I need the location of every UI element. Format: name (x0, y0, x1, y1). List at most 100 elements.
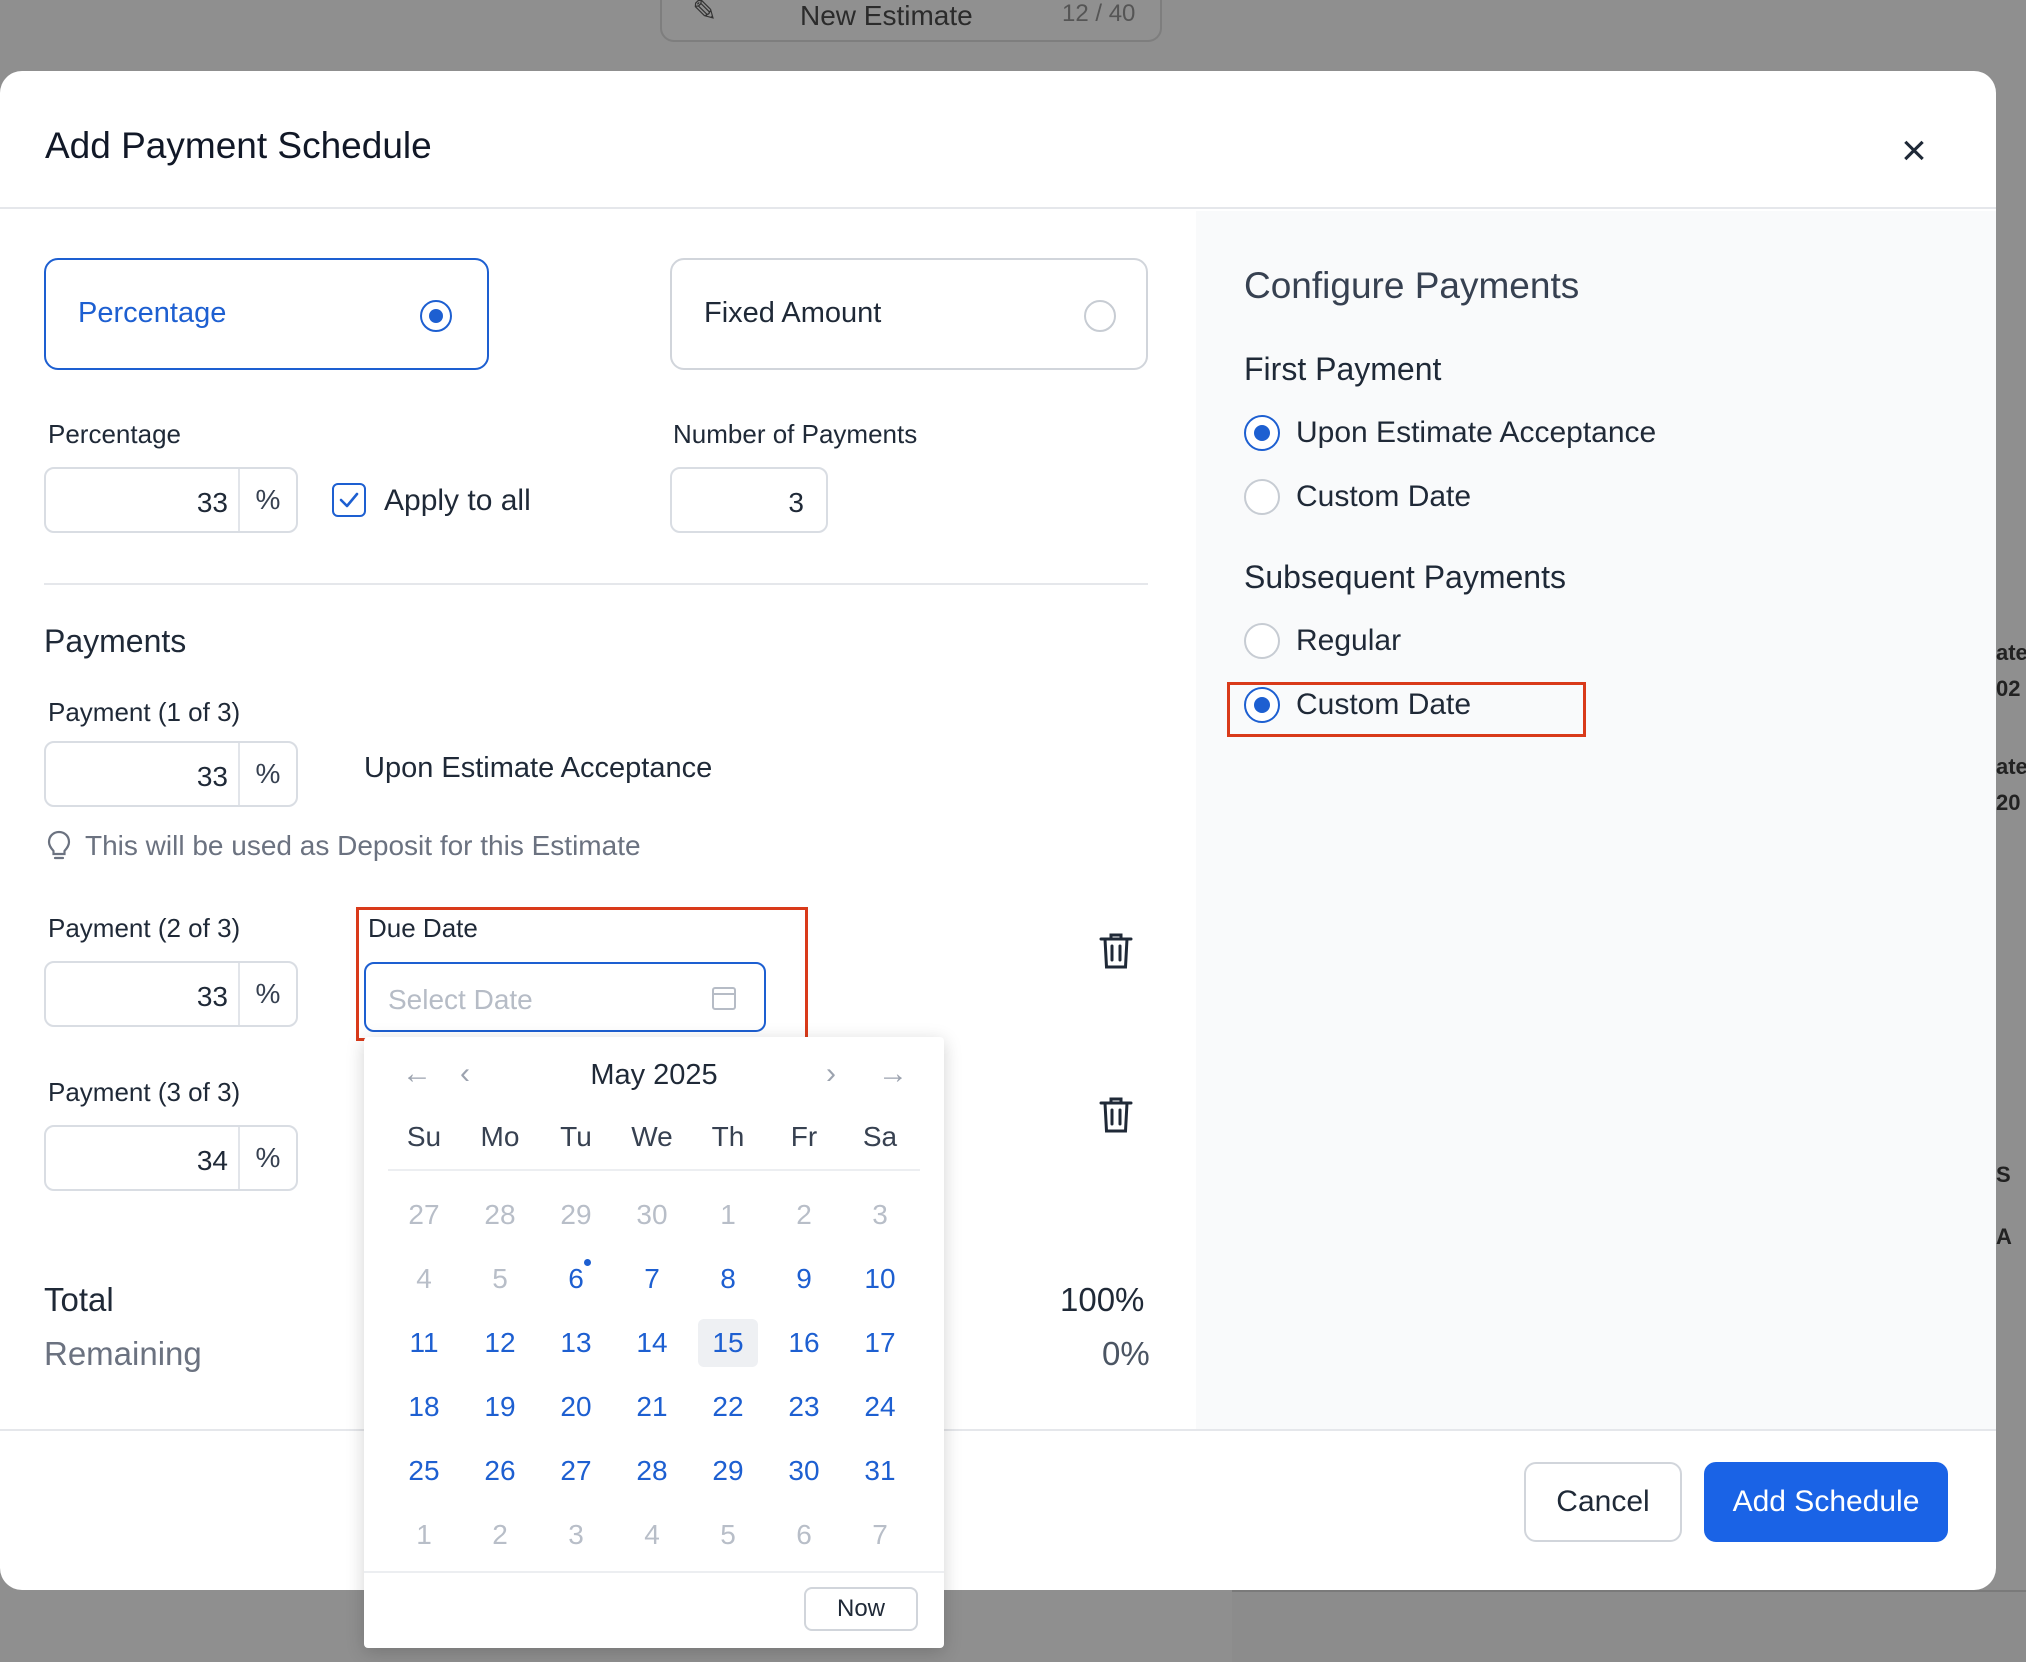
num-payments-input[interactable]: 3 (670, 467, 828, 533)
calendar-day[interactable]: 17 (850, 1319, 910, 1367)
payment-1-value: 33 (196, 761, 228, 792)
calendar-day-disabled: 3 (568, 1519, 584, 1550)
num-payments-value: 3 (788, 487, 804, 518)
calendar-day[interactable]: 7 (622, 1255, 682, 1303)
percentage-type-option[interactable]: Percentage (44, 258, 489, 370)
calendar-day[interactable]: 27 (546, 1447, 606, 1495)
payment-2-input[interactable]: 33 % (44, 961, 298, 1027)
weekday-label: Tu (560, 1121, 592, 1152)
bg-text: ate (1996, 640, 2026, 665)
percent-unit: % (238, 963, 296, 1025)
calendar-day[interactable]: 26 (470, 1447, 530, 1495)
calendar-day[interactable]: 19 (470, 1383, 530, 1431)
background-right-content: ate 02 ate 20 S A (1996, 340, 2026, 1340)
estimate-title-pill: ✎ New Estimate 12 / 40 (660, 0, 1162, 42)
subsequent-regular-label[interactable]: Regular (1296, 624, 1401, 658)
fixed-amount-type-option[interactable]: Fixed Amount (670, 258, 1148, 370)
estimate-title: New Estimate (800, 0, 973, 31)
modal-header: Add Payment Schedule × (0, 71, 1996, 209)
first-custom-date-radio[interactable] (1244, 479, 1280, 515)
calendar-day-disabled: 28 (484, 1199, 516, 1230)
calendar-day[interactable]: 25 (394, 1447, 454, 1495)
payment-3-input[interactable]: 34 % (44, 1125, 298, 1191)
weekday-label: Su (406, 1121, 442, 1152)
calendar-day[interactable]: 15 (698, 1319, 758, 1367)
weekday-label: We (631, 1121, 673, 1152)
subsequent-regular-radio[interactable] (1244, 623, 1280, 659)
calendar-day-disabled: 5 (720, 1519, 736, 1550)
date-picker-popup: ← ‹ May 2025 › → Su Mo Tu We Th Fr Sa 27 28 29 30… (364, 1037, 944, 1648)
calendar-day-disabled: 5 (492, 1263, 508, 1294)
calendar-day[interactable]: 18 (394, 1383, 454, 1431)
calendar-day[interactable]: 12 (470, 1319, 530, 1367)
delete-payment-2-icon[interactable] (1098, 931, 1134, 971)
calendar-day[interactable]: 23 (774, 1383, 834, 1431)
first-upon-acceptance-label[interactable]: Upon Estimate Acceptance (1296, 416, 1656, 450)
bg-text: 20 (1996, 790, 2021, 815)
bg-text: A (1996, 1224, 2012, 1249)
checkmark-icon (339, 492, 359, 508)
first-upon-acceptance-radio[interactable] (1244, 415, 1280, 451)
cancel-button[interactable]: Cancel (1524, 1462, 1682, 1542)
calendar-day[interactable]: 28 (622, 1447, 682, 1495)
now-button[interactable]: Now (804, 1587, 918, 1631)
apply-to-all-checkbox[interactable] (332, 483, 366, 517)
total-value: 100% (1060, 1281, 1145, 1318)
percentage-field-label: Percentage (48, 419, 181, 449)
configure-payments-panel (1196, 211, 1996, 1431)
background-footer (1232, 1590, 2026, 1662)
pencil-icon: ✎ (692, 0, 718, 28)
weekday-label: Mo (480, 1121, 520, 1152)
next-year-icon[interactable]: → (878, 1057, 908, 1091)
calendar-day-disabled: 1 (720, 1199, 736, 1230)
calendar-day[interactable]: 13 (546, 1319, 606, 1367)
calendar-day[interactable]: 8 (698, 1255, 758, 1303)
subsequent-payments-title: Subsequent Payments (1244, 559, 1566, 595)
calendar-day[interactable]: 31 (850, 1447, 910, 1495)
calendar-day[interactable]: 22 (698, 1383, 758, 1431)
calendar-day[interactable]: 6 (546, 1255, 606, 1303)
weekday-label: Sa (862, 1121, 898, 1152)
calendar-day[interactable]: 14 (622, 1319, 682, 1367)
percent-unit: % (238, 469, 296, 531)
weekday-label: Fr (790, 1121, 818, 1152)
payment-3-value: 34 (196, 1145, 228, 1176)
fixed-amount-radio[interactable] (1084, 300, 1116, 332)
apply-to-all-label[interactable]: Apply to all (384, 484, 531, 518)
calendar-day-disabled: 6 (796, 1519, 812, 1550)
payment-2-value: 33 (196, 981, 228, 1012)
payment-2-label: Payment (2 of 3) (48, 913, 241, 943)
calendar-day[interactable]: 9 (774, 1255, 834, 1303)
calendar-day[interactable]: 24 (850, 1383, 910, 1431)
calendar-day[interactable]: 20 (546, 1383, 606, 1431)
calendar-day-disabled: 1 (416, 1519, 432, 1550)
payment-1-label: Payment (1 of 3) (48, 697, 241, 727)
calendar-day[interactable]: 10 (850, 1255, 910, 1303)
calendar-day-disabled: 2 (796, 1199, 812, 1230)
calendar-day-disabled: 4 (416, 1263, 432, 1294)
percentage-type-label: Percentage (78, 297, 227, 329)
delete-payment-3-icon[interactable] (1098, 1095, 1134, 1135)
percentage-input[interactable]: 33 % (44, 467, 298, 533)
calendar-day[interactable]: 16 (774, 1319, 834, 1367)
calendar-month-label[interactable]: May 2025 (364, 1059, 944, 1092)
modal-title: Add Payment Schedule (45, 125, 432, 166)
close-icon[interactable]: × (1892, 129, 1936, 175)
calendar-day-disabled: 30 (636, 1199, 668, 1230)
add-schedule-button[interactable]: Add Schedule (1704, 1462, 1948, 1542)
first-custom-date-label[interactable]: Custom Date (1296, 480, 1471, 514)
calendar-day-disabled: 4 (644, 1519, 660, 1550)
due-date-highlight (356, 907, 808, 1041)
payment-1-input[interactable]: 33 % (44, 741, 298, 807)
calendar-day[interactable]: 21 (622, 1383, 682, 1431)
payment-1-timing: Upon Estimate Acceptance (364, 752, 713, 784)
configure-payments-title: Configure Payments (1244, 265, 1580, 306)
footer-divider (0, 1429, 1996, 1431)
deposit-hint: This will be used as Deposit for this Es… (85, 830, 641, 861)
percentage-input-value: 33 (196, 487, 228, 518)
calendar-day[interactable]: 30 (774, 1447, 834, 1495)
calendar-day[interactable]: 11 (394, 1319, 454, 1367)
calendar-day[interactable]: 29 (698, 1447, 758, 1495)
next-month-icon[interactable]: › (826, 1057, 836, 1091)
percentage-radio[interactable] (420, 300, 452, 332)
